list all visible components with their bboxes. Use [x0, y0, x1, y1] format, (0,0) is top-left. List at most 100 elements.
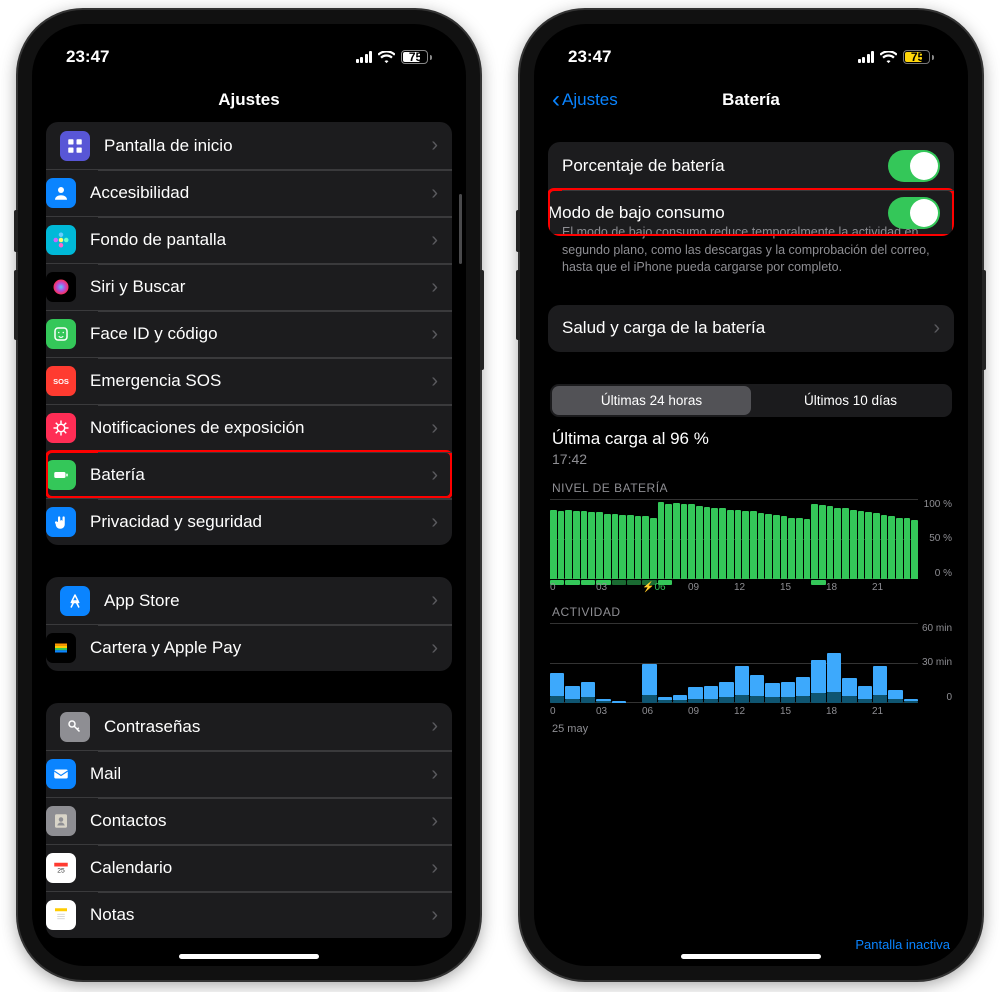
batt-icon — [46, 460, 76, 490]
level-bar — [619, 515, 626, 578]
row-battery[interactable]: Batería› — [46, 451, 452, 498]
row-siri[interactable]: Siri y Buscar› — [46, 263, 452, 310]
key-icon — [60, 712, 90, 742]
settings-group: App Store›Cartera y Apple Pay› — [46, 577, 452, 671]
row-sos[interactable]: SOSEmergencia SOS› — [46, 357, 452, 404]
row-contacts[interactable]: Contactos› — [46, 797, 452, 844]
row-label: Cartera y Apple Pay — [90, 638, 431, 658]
seg-24h[interactable]: Últimas 24 horas — [552, 386, 751, 415]
activity-bar — [581, 682, 595, 703]
activity-bar — [704, 686, 718, 703]
activity-bar — [658, 697, 672, 702]
chevron-right-icon: › — [431, 276, 438, 299]
chevron-right-icon: › — [933, 317, 940, 340]
activity-bar — [565, 686, 579, 703]
activity-chart: 60 min30 min0 003060912151821 — [550, 623, 952, 715]
activity-bar — [811, 660, 825, 703]
toggle-percent[interactable] — [888, 150, 940, 182]
row-label: Fondo de pantalla — [90, 230, 431, 250]
seg-10d[interactable]: Últimos 10 días — [751, 386, 950, 415]
row-accessibility[interactable]: Accesibilidad› — [46, 169, 452, 216]
level-bar — [842, 508, 849, 578]
settings-group: Pantalla de inicio›Accesibilidad›Fondo d… — [46, 122, 452, 545]
x-tick: 09 — [688, 706, 734, 717]
row-label: App Store — [104, 591, 431, 611]
iphone-frame-right: 23:47 75 ‹ Ajustes Batería Porcentaje — [520, 10, 982, 980]
activity-bar — [858, 686, 872, 703]
y-axis-level: 100 %50 %0 % — [920, 499, 952, 579]
row-home[interactable]: Pantalla de inicio› — [46, 122, 452, 169]
cal-icon: 25 — [46, 853, 76, 883]
activity-bar — [842, 678, 856, 703]
activity-bar — [781, 682, 795, 703]
row-battery-health[interactable]: Salud y carga de la batería › — [548, 305, 954, 352]
chevron-right-icon: › — [431, 904, 438, 927]
row-label: Emergencia SOS — [90, 371, 431, 391]
x-tick: 15 — [780, 582, 826, 593]
row-notes[interactable]: Notas› — [46, 891, 452, 938]
activity-bar — [796, 677, 810, 703]
level-bar — [704, 507, 711, 579]
row-privacy[interactable]: Privacidad y seguridad› — [46, 498, 452, 545]
activity-title: ACTIVIDAD — [552, 605, 950, 619]
settings-list[interactable]: Pantalla de inicio›Accesibilidad›Fondo d… — [32, 122, 466, 966]
grid-icon — [60, 131, 90, 161]
back-button[interactable]: ‹ Ajustes — [552, 90, 618, 110]
level-bar — [688, 504, 695, 578]
level-bar — [588, 512, 595, 578]
settings-group: Contraseñas›Mail›Contactos›25Calendario›… — [46, 703, 452, 938]
level-bar — [650, 518, 657, 579]
face-icon — [46, 319, 76, 349]
activity-bar — [596, 699, 610, 703]
row-calendar[interactable]: 25Calendario› — [46, 844, 452, 891]
row-battery-percent[interactable]: Porcentaje de batería — [548, 142, 954, 189]
level-bar — [596, 512, 603, 578]
usage-section: Últimas 24 horas Últimos 10 días Última … — [548, 384, 954, 735]
row-wallet[interactable]: Cartera y Apple Pay› — [46, 624, 452, 671]
level-bar — [573, 511, 580, 578]
battery-content[interactable]: Porcentaje de batería Modo de bajo consu… — [534, 122, 968, 966]
svg-text:SOS: SOS — [53, 377, 69, 386]
row-passwords[interactable]: Contraseñas› — [46, 703, 452, 750]
row-exposure[interactable]: Notificaciones de exposición› — [46, 404, 452, 451]
level-bar — [727, 510, 734, 579]
level-bar — [796, 518, 803, 579]
time-range-segmented[interactable]: Últimas 24 horas Últimos 10 días — [550, 384, 952, 417]
row-appstore[interactable]: App Store› — [46, 577, 452, 624]
toggle-low-power[interactable] — [888, 197, 940, 229]
row-label: Calendario — [90, 858, 431, 878]
nav-bar: ‹ Ajustes Batería — [534, 78, 968, 122]
x-tick: 03 — [596, 582, 642, 593]
row-faceid[interactable]: Face ID y código› — [46, 310, 452, 357]
x-tick: 06 — [642, 706, 688, 717]
row-label: Contactos — [90, 811, 431, 831]
nav-bar: Ajustes — [32, 78, 466, 122]
level-bar — [911, 520, 918, 579]
level-bar — [804, 519, 811, 578]
row-wallpaper[interactable]: Fondo de pantalla› — [46, 216, 452, 263]
label-battery-percent: Porcentaje de batería — [562, 156, 888, 176]
level-bar — [604, 514, 611, 579]
level-bar — [681, 504, 688, 578]
chevron-right-icon: › — [431, 810, 438, 833]
home-indicator[interactable] — [179, 954, 319, 959]
chevron-right-icon: › — [431, 134, 438, 157]
chevron-right-icon: › — [431, 417, 438, 440]
level-bar — [665, 504, 672, 579]
status-icons: 75 — [858, 50, 935, 64]
chevron-right-icon: › — [431, 763, 438, 786]
level-bar — [642, 516, 649, 578]
contacts-icon — [46, 806, 76, 836]
level-bar — [719, 508, 726, 578]
chevron-right-icon: › — [431, 589, 438, 612]
level-bar — [742, 511, 749, 578]
side-button — [480, 270, 484, 370]
level-bar — [873, 513, 880, 579]
level-bar — [896, 518, 903, 579]
row-low-power[interactable]: Modo de bajo consumo — [548, 189, 954, 236]
row-mail[interactable]: Mail› — [46, 750, 452, 797]
battery-level-title: NIVEL DE BATERÍA — [552, 481, 950, 495]
home-indicator[interactable] — [681, 954, 821, 959]
nav-title: Batería — [722, 90, 780, 110]
level-bar — [658, 502, 665, 578]
